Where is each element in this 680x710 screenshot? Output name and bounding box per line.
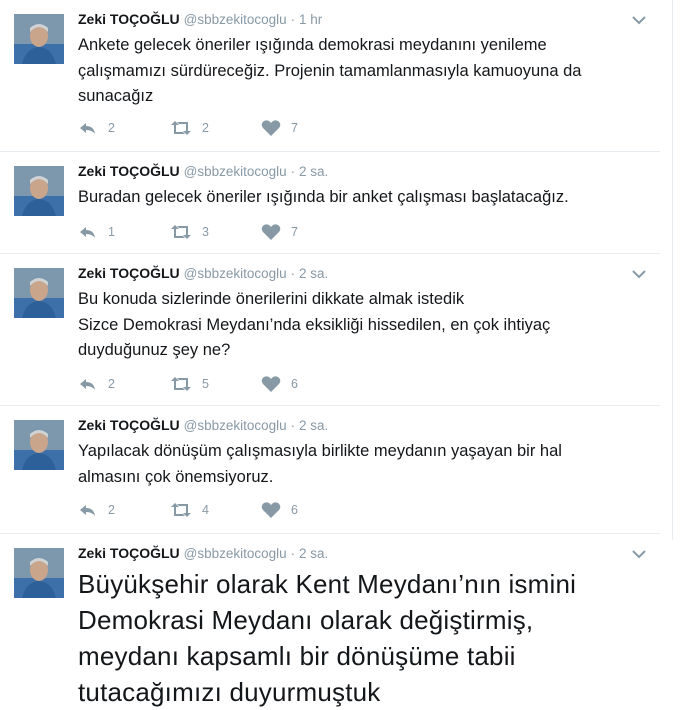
like-count: 6	[291, 377, 298, 391]
reply-button[interactable]: 1	[78, 222, 115, 242]
tweet-timestamp[interactable]: 2 sa.	[299, 266, 328, 281]
tweet-text-line: almasını çok önemsiyoruz.	[78, 467, 274, 486]
author-handle[interactable]: @sbbzekitocoglu	[184, 12, 287, 27]
tweet-text: Ankete gelecek öneriler ışığında demokra…	[78, 33, 650, 110]
reply-icon	[78, 224, 98, 240]
reply-count: 2	[108, 377, 115, 391]
retweet-count: 2	[202, 121, 209, 135]
tweet-timestamp[interactable]: 2 sa.	[299, 546, 328, 561]
reply-button[interactable]: 2	[78, 500, 115, 520]
retweet-button[interactable]: 2	[170, 118, 209, 138]
heart-icon	[261, 223, 281, 241]
tweet-timeline: Zeki TOÇOĞLU @sbbzekitocoglu · 1 hr Anket…	[0, 0, 660, 710]
separator-dot: ·	[290, 164, 296, 179]
avatar[interactable]	[14, 420, 64, 470]
separator-dot: ·	[290, 12, 296, 27]
reply-icon	[78, 120, 98, 136]
separator-dot: ·	[290, 418, 296, 433]
reply-count: 2	[108, 121, 115, 135]
tweet-text-line: Ankete gelecek öneriler ışığında demokra…	[78, 36, 547, 54]
retweet-button[interactable]: 5	[170, 374, 209, 394]
like-button[interactable]: 7	[261, 222, 298, 242]
scrollbar[interactable]	[662, 0, 680, 710]
heart-icon	[261, 119, 281, 137]
avatar[interactable]	[14, 14, 64, 64]
tweet-text-line: Sizce Demokrasi Meydanı’nda eksikliği hi…	[78, 315, 551, 334]
like-button[interactable]: 7	[261, 118, 298, 138]
retweet-button[interactable]: 4	[170, 500, 209, 520]
avatar[interactable]	[14, 166, 64, 216]
retweet-icon	[170, 120, 192, 136]
like-button[interactable]: 6	[261, 500, 298, 520]
like-count: 7	[291, 225, 298, 239]
reply-count: 1	[108, 225, 115, 239]
like-count: 6	[291, 503, 298, 517]
reply-count: 2	[108, 503, 115, 517]
tweet-text-line: çalışmamızı sürdüreceğiz. Projenin tamam…	[78, 61, 582, 80]
tweet-text: Bu konuda sizlerinde önerilerini dikkate…	[78, 287, 650, 364]
retweet-button[interactable]: 3	[170, 222, 209, 242]
like-button[interactable]: 6	[261, 374, 298, 394]
retweet-count: 3	[202, 225, 209, 239]
separator-dot: ·	[290, 266, 296, 281]
retweet-icon	[170, 224, 192, 240]
chevron-down-icon[interactable]	[632, 266, 646, 279]
author-handle[interactable]: @sbbzekitocoglu	[184, 546, 287, 561]
tweet-text: Büyükşehir olarak Kent Meydanı’nın ismin…	[78, 566, 650, 710]
author-name[interactable]: Zeki TOÇOĞLU	[78, 417, 180, 433]
avatar[interactable]	[14, 268, 64, 318]
tweet-timestamp[interactable]: 2 sa.	[299, 164, 328, 179]
heart-icon	[261, 375, 281, 393]
tweet[interactable]: Zeki TOÇOĞLU @sbbzekitocoglu · 2 sa. Bura…	[0, 152, 660, 254]
separator-dot: ·	[290, 546, 296, 561]
reply-icon	[78, 376, 98, 392]
tweet-text-line: Yapılacak dönüşüm çalışmasıyla birlikte …	[78, 442, 562, 460]
tweet-header: Zeki TOÇOĞLU @sbbzekitocoglu · 2 sa.	[78, 417, 328, 433]
tweet-timestamp[interactable]: 1 hr	[299, 12, 322, 27]
retweet-count: 5	[202, 377, 209, 391]
tweet[interactable]: Zeki TOÇOĞLU @sbbzekitocoglu · 2 sa. Yapı…	[0, 406, 660, 534]
scroll-divider	[672, 0, 673, 540]
tweet-text-line: Demokrasi Meydanı olarak değiştirmiş,	[78, 605, 534, 635]
tweet-header: Zeki TOÇOĞLU @sbbzekitocoglu · 2 sa.	[78, 265, 328, 281]
tweet-text-line: Bu konuda sizlerinde önerilerini dikkate…	[78, 290, 465, 308]
heart-icon	[261, 501, 281, 519]
tweet-text: Yapılacak dönüşüm çalışmasıyla birlikte …	[78, 439, 650, 490]
tweet-text-line: Büyükşehir olarak Kent Meydanı’nın ismin…	[78, 569, 577, 599]
chevron-down-icon[interactable]	[632, 546, 646, 559]
retweet-icon	[170, 376, 192, 392]
chevron-down-icon[interactable]	[632, 12, 646, 25]
tweet-text-line: meydanı kapsamlı bir dönüşüme tabii	[78, 641, 516, 671]
tweet-header: Zeki TOÇOĞLU @sbbzekitocoglu · 2 sa.	[78, 163, 328, 179]
tweet-header: Zeki TOÇOĞLU @sbbzekitocoglu · 1 hr	[78, 11, 322, 27]
reply-icon	[78, 502, 98, 518]
tweet-text-line: tutacağımızı duyurmuştuk	[78, 677, 381, 707]
retweet-count: 4	[202, 503, 209, 517]
tweet-text-line: duyduğunuz şey ne?	[78, 341, 231, 359]
like-count: 7	[291, 121, 298, 135]
tweet[interactable]: Zeki TOÇOĞLU @sbbzekitocoglu · 2 sa. Bu k…	[0, 254, 660, 406]
tweet-header: Zeki TOÇOĞLU @sbbzekitocoglu · 2 sa.	[78, 545, 328, 561]
tweet[interactable]: Zeki TOÇOĞLU @sbbzekitocoglu · 1 hr Anket…	[0, 0, 660, 152]
reply-button[interactable]: 2	[78, 374, 115, 394]
reply-button[interactable]: 2	[78, 118, 115, 138]
avatar[interactable]	[14, 548, 64, 598]
retweet-icon	[170, 502, 192, 518]
author-name[interactable]: Zeki TOÇOĞLU	[78, 11, 180, 27]
author-handle[interactable]: @sbbzekitocoglu	[184, 164, 287, 179]
author-handle[interactable]: @sbbzekitocoglu	[184, 418, 287, 433]
author-name[interactable]: Zeki TOÇOĞLU	[78, 265, 180, 281]
tweet-text-line: Buradan gelecek öneriler ışığında bir an…	[78, 188, 569, 206]
author-name[interactable]: Zeki TOÇOĞLU	[78, 163, 180, 179]
tweet-text-line: sunacağız	[78, 87, 154, 105]
author-name[interactable]: Zeki TOÇOĞLU	[78, 545, 180, 561]
tweet-timestamp[interactable]: 2 sa.	[299, 418, 328, 433]
tweet[interactable]: Zeki TOÇOĞLU @sbbzekitocoglu · 2 sa. Büyü…	[0, 534, 660, 710]
author-handle[interactable]: @sbbzekitocoglu	[184, 266, 287, 281]
tweet-text: Buradan gelecek öneriler ışığında bir an…	[78, 185, 650, 211]
